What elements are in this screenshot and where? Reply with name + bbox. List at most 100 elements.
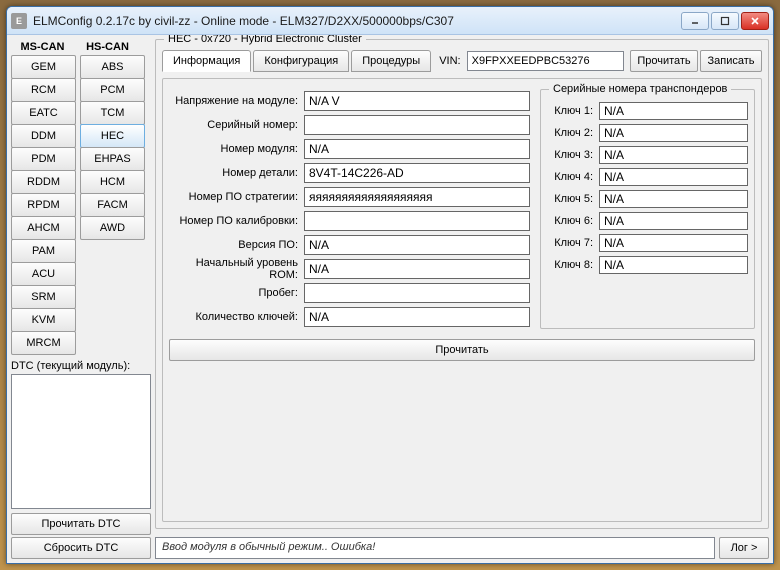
close-button[interactable] xyxy=(741,12,769,30)
minimize-button[interactable] xyxy=(681,12,709,30)
groupbox-title: HEC - 0x720 - Hybrid Electronic Cluster xyxy=(164,35,366,45)
left-panel: MS-CAN HS-CAN GEMRCMEATCDDMPDMRDDMRPDMAH… xyxy=(11,39,151,559)
module-awd[interactable]: AWD xyxy=(80,216,145,240)
module-pdm[interactable]: PDM xyxy=(11,147,76,171)
info-value: 8V4T-14C226-AD xyxy=(304,163,530,183)
info-fields: Напряжение на модуле:N/A VСерийный номер… xyxy=(169,89,530,329)
info-row: Номер детали:8V4T-14C226-AD xyxy=(169,161,530,185)
key-value: N/A xyxy=(599,146,748,164)
maximize-button[interactable] xyxy=(711,12,739,30)
info-value xyxy=(304,283,530,303)
read-dtc-button[interactable]: Прочитать DTC xyxy=(11,513,151,535)
info-label: Номер ПО калибровки: xyxy=(169,215,304,227)
module-eatc[interactable]: EATC xyxy=(11,101,76,125)
close-icon xyxy=(750,16,760,26)
module-rcm[interactable]: RCM xyxy=(11,78,76,102)
info-value: N/A xyxy=(304,259,530,279)
module-facm[interactable]: FACM xyxy=(80,193,145,217)
key-row: Ключ 6:N/A xyxy=(547,210,748,232)
info-label: Номер детали: xyxy=(169,167,304,179)
info-row: Серийный номер: xyxy=(169,113,530,137)
info-label: Напряжение на модуле: xyxy=(169,95,304,107)
module-ddm[interactable]: DDM xyxy=(11,124,76,148)
info-label: Номер модуля: xyxy=(169,143,304,155)
key-row: Ключ 1:N/A xyxy=(547,100,748,122)
key-label: Ключ 1: xyxy=(547,105,599,117)
minimize-icon xyxy=(690,16,700,26)
module-tcm[interactable]: TCM xyxy=(80,101,145,125)
info-row: Количество ключей:N/A xyxy=(169,305,530,329)
key-row: Ключ 7:N/A xyxy=(547,232,748,254)
right-panel: HEC - 0x720 - Hybrid Electronic Cluster … xyxy=(155,39,769,559)
info-label: Количество ключей: xyxy=(169,311,304,323)
dtc-label: DTC (текущий модуль): xyxy=(11,360,151,372)
tabbar: Информация Конфигурация Процедуры VIN: П… xyxy=(162,50,762,72)
info-row: Версия ПО:N/A xyxy=(169,233,530,257)
titlebar[interactable]: E ELMConfig 0.2.17c by civil-zz - Online… xyxy=(7,7,773,35)
key-row: Ключ 8:N/A xyxy=(547,254,748,276)
module-srm[interactable]: SRM xyxy=(11,285,76,309)
key-label: Ключ 7: xyxy=(547,237,599,249)
module-ahcm[interactable]: AHCM xyxy=(11,216,76,240)
key-row: Ключ 3:N/A xyxy=(547,144,748,166)
key-label: Ключ 8: xyxy=(547,259,599,271)
info-label: Номер ПО стратегии: xyxy=(169,191,304,203)
key-label: Ключ 2: xyxy=(547,127,599,139)
info-groupbox: Напряжение на модуле:N/A VСерийный номер… xyxy=(162,78,762,522)
vin-input[interactable] xyxy=(467,51,624,71)
key-label: Ключ 4: xyxy=(547,171,599,183)
info-value: яяяяяяяяяяяяяяяяяяя xyxy=(304,187,530,207)
info-row: Номер ПО калибровки: xyxy=(169,209,530,233)
info-value: N/A V xyxy=(304,91,530,111)
info-label: Версия ПО: xyxy=(169,239,304,251)
tab-information[interactable]: Информация xyxy=(162,50,251,72)
module-hcm[interactable]: HCM xyxy=(80,170,145,194)
app-window: E ELMConfig 0.2.17c by civil-zz - Online… xyxy=(6,6,774,564)
key-row: Ключ 2:N/A xyxy=(547,122,748,144)
read-info-button[interactable]: Прочитать xyxy=(169,339,755,361)
window-title: ELMConfig 0.2.17c by civil-zz - Online m… xyxy=(33,14,681,28)
info-label: Пробег: xyxy=(169,287,304,299)
module-acu[interactable]: ACU xyxy=(11,262,76,286)
module-ehpas[interactable]: EHPAS xyxy=(80,147,145,171)
read-vin-button[interactable]: Прочитать xyxy=(630,50,698,72)
key-label: Ключ 6: xyxy=(547,215,599,227)
transponder-groupbox: Серийные номера транспондеров Ключ 1:N/A… xyxy=(540,89,755,329)
key-value: N/A xyxy=(599,212,748,230)
info-value: N/A xyxy=(304,307,530,327)
module-hec[interactable]: HEC xyxy=(80,124,145,148)
info-value xyxy=(304,115,530,135)
hscan-header: HS-CAN xyxy=(76,39,139,55)
key-value: N/A xyxy=(599,102,748,120)
key-row: Ключ 5:N/A xyxy=(547,188,748,210)
clear-dtc-button[interactable]: Сбросить DTC xyxy=(11,537,151,559)
module-pam[interactable]: PAM xyxy=(11,239,76,263)
info-row: Напряжение на модуле:N/A V xyxy=(169,89,530,113)
info-value: N/A xyxy=(304,235,530,255)
info-label: Начальный уровень ROM: xyxy=(169,257,304,281)
mscan-header: MS-CAN xyxy=(11,39,74,55)
write-vin-button[interactable]: Записать xyxy=(700,50,762,72)
vin-label: VIN: xyxy=(439,55,460,67)
module-rpdm[interactable]: RPDM xyxy=(11,193,76,217)
key-value: N/A xyxy=(599,190,748,208)
key-value: N/A xyxy=(599,168,748,186)
module-abs[interactable]: ABS xyxy=(80,55,145,79)
key-label: Ключ 5: xyxy=(547,193,599,205)
key-label: Ключ 3: xyxy=(547,149,599,161)
module-kvm[interactable]: KVM xyxy=(11,308,76,332)
module-mrcm[interactable]: MRCM xyxy=(11,331,76,355)
module-rddm[interactable]: RDDM xyxy=(11,170,76,194)
info-row: Номер ПО стратегии:яяяяяяяяяяяяяяяяяяя xyxy=(169,185,530,209)
tab-configuration[interactable]: Конфигурация xyxy=(253,50,349,72)
log-button[interactable]: Лог > xyxy=(719,537,769,559)
module-gem[interactable]: GEM xyxy=(11,55,76,79)
hscan-column: ABSPCMTCMHECEHPASHCMFACMAWD xyxy=(80,55,145,354)
tab-procedures[interactable]: Процедуры xyxy=(351,50,431,72)
dtc-list[interactable] xyxy=(11,374,151,509)
info-value xyxy=(304,211,530,231)
info-row: Пробег: xyxy=(169,281,530,305)
info-label: Серийный номер: xyxy=(169,119,304,131)
module-pcm[interactable]: PCM xyxy=(80,78,145,102)
key-row: Ключ 4:N/A xyxy=(547,166,748,188)
